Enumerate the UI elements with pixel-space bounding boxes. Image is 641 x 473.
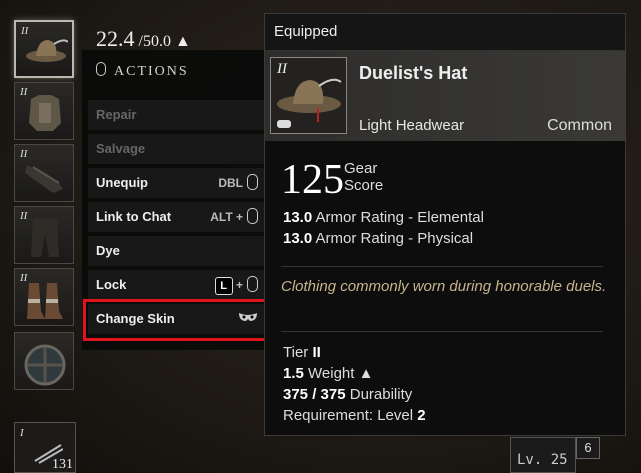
- action-dye[interactable]: Dye: [88, 236, 264, 266]
- durability-info: 375 / 375 Durability: [283, 386, 413, 403]
- mouse-icon: [247, 174, 258, 190]
- equip-slot-chest[interactable]: II: [14, 82, 74, 140]
- actions-title: ACTIONS: [96, 62, 189, 80]
- flavor-text: Clothing commonly worn during honorable …: [281, 278, 607, 295]
- item-quantity: 131: [52, 457, 73, 472]
- equip-slot-head[interactable]: II: [14, 20, 74, 78]
- level-badge: 6: [576, 437, 600, 459]
- item-tooltip: Equipped II Duelist's Hat Light Headwear…: [264, 13, 626, 436]
- tier-info: Tier II: [283, 344, 321, 361]
- gear-score-label: Gear Score: [344, 160, 384, 194]
- equip-slot-legs[interactable]: II: [14, 206, 74, 264]
- stat-physical: 13.0 Armor Rating - Physical: [283, 230, 474, 247]
- boots-icon: [27, 283, 63, 319]
- divider: [281, 331, 603, 332]
- equip-slot-feet[interactable]: II: [14, 268, 74, 326]
- hat-icon: [277, 78, 342, 122]
- mask-icon: [277, 120, 291, 128]
- equip-slot-shield[interactable]: [14, 332, 74, 390]
- action-salvage[interactable]: Salvage: [88, 134, 264, 164]
- item-type: Light Headwear: [359, 117, 465, 134]
- mouse-icon: [247, 276, 258, 292]
- action-repair[interactable]: Repair: [88, 100, 264, 130]
- weight-icon: ▲: [174, 33, 191, 50]
- mouse-icon: [247, 208, 258, 224]
- gloves-icon: [25, 165, 63, 193]
- inventory-slot[interactable]: I 131: [14, 422, 76, 473]
- pants-icon: [31, 219, 59, 257]
- player-level: Lv. 25: [510, 437, 576, 473]
- tooltip-header: Equipped: [265, 14, 625, 51]
- action-lock[interactable]: Lock L +: [88, 270, 264, 300]
- item-name: Duelist's Hat: [359, 63, 468, 83]
- item-icon: II: [270, 57, 347, 134]
- change-skin-highlight: [83, 299, 267, 341]
- action-link-to-chat[interactable]: Link to Chat ALT +: [88, 202, 264, 232]
- gear-score-value: 125: [281, 157, 344, 203]
- equip-slot-hands[interactable]: II: [14, 144, 74, 202]
- divider: [281, 266, 603, 267]
- stat-elemental: 13.0 Armor Rating - Elemental: [283, 209, 484, 226]
- link-shortcut: ALT +: [210, 202, 258, 232]
- round-shield-icon: [24, 344, 66, 386]
- chest-armor-icon: [29, 95, 61, 131]
- mouse-icon: [96, 62, 106, 76]
- lock-shortcut: L +: [214, 270, 258, 300]
- item-summary: II Duelist's Hat Light Headwear Common: [265, 51, 625, 141]
- unequip-shortcut: DBL: [218, 168, 258, 198]
- weight-info: 1.5 Weight ▲: [283, 365, 374, 382]
- weight-max: /50.0: [138, 33, 171, 50]
- requirement-info: Requirement: Level 2: [283, 407, 426, 424]
- action-unequip[interactable]: Unequip DBL: [88, 168, 264, 198]
- weight-current: 22.4: [96, 26, 135, 51]
- slot-tier: I: [20, 427, 24, 439]
- l-key: L: [214, 277, 233, 295]
- weight-icon: ▲: [358, 365, 374, 382]
- inventory-weight: 22.4 /50.0 ▲: [96, 26, 191, 52]
- hat-icon: [26, 39, 68, 62]
- item-rarity: Common: [547, 117, 612, 134]
